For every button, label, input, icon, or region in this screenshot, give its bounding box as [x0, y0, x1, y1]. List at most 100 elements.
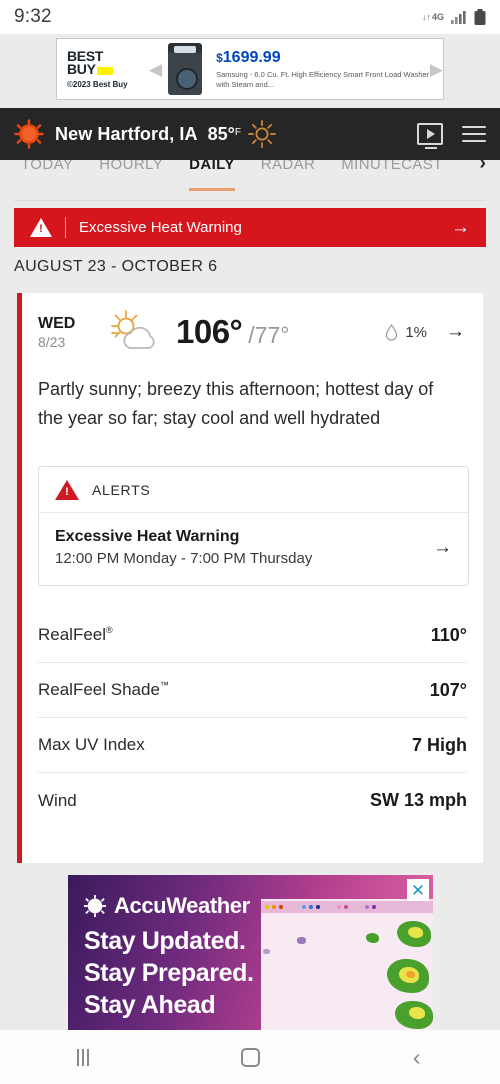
play-triangle-icon — [427, 129, 435, 139]
washing-machine-image — [168, 43, 203, 95]
detail-value-realfeel-shade: 107° — [429, 679, 467, 700]
detail-label-realfeel-shade: RealFeel Shade™ — [38, 680, 169, 700]
table-row: RealFeel Shade™ 107° — [38, 663, 467, 718]
status-icons: ↓↑ 4G — [422, 9, 486, 25]
header-temp-unit: F — [234, 126, 241, 138]
forecast-detail-arrow[interactable]: → — [446, 321, 465, 343]
ad-headline-2: Stay Prepared. — [84, 959, 254, 987]
table-row: Max UV Index 7 High — [38, 718, 467, 773]
accuweather-brand-name: AccuWeather — [114, 893, 250, 918]
ad-headline-3: Stay Ahead — [84, 991, 216, 1019]
bestbuy-line2-wrap: BUY — [67, 60, 149, 77]
tab-hourly[interactable]: HOURLY — [86, 160, 176, 180]
top-banner-ad[interactable]: BEST BUY ©2023 Best Buy ◀ $1699.99 Samsu… — [56, 38, 444, 100]
recent-apps-icon[interactable] — [0, 1048, 167, 1066]
precipitation-block: 1% — [385, 324, 427, 341]
detail-label-wind: Wind — [38, 790, 77, 810]
tab-strip: TODAY HOURLY DAILY RADAR MINUTECAST › — [0, 160, 500, 201]
water-drop-icon — [386, 323, 398, 341]
bottom-ad[interactable]: AccuWeather Stay Updated. Stay Prepared.… — [68, 875, 433, 1030]
forecast-description: Partly sunny; breezy this afternoon; hot… — [38, 379, 434, 428]
tab-next-icon[interactable]: › — [479, 160, 492, 176]
alert-text-block: Excessive Heat Warning 12:00 PM Monday -… — [55, 526, 312, 570]
back-icon[interactable]: ‹ — [333, 1045, 500, 1069]
accuweather-brand: AccuWeather — [84, 893, 250, 919]
header-temp-value: 85° — [207, 123, 235, 144]
forecast-card-header[interactable]: WED 8/23 106° /77° 1% → — [22, 293, 483, 371]
app-header: New Hartford, IA 85°F — [0, 108, 500, 160]
network-4g-icon: ↓↑ 4G — [421, 11, 444, 22]
temp-low: /77° — [248, 322, 290, 348]
signal-bars-icon — [451, 11, 466, 24]
ad-prev-arrow[interactable]: ◀ — [149, 61, 162, 78]
detail-value-uv-index: 7 High — [411, 734, 467, 755]
tab-daily[interactable]: DAILY — [176, 160, 248, 191]
warning-triangle-icon — [30, 218, 52, 237]
video-play-icon[interactable] — [417, 123, 443, 149]
alerts-subcard[interactable]: ALERTS Excessive Heat Warning 12:00 PM M… — [38, 466, 469, 586]
detail-rows: RealFeel® 110° RealFeel Shade™ 107° Max … — [38, 608, 467, 828]
bestbuy-logo: BEST BUY ©2023 Best Buy — [57, 49, 149, 89]
temp-high: 106° — [176, 313, 243, 350]
tab-today[interactable]: TODAY — [8, 160, 86, 180]
ad-text-block: $1699.99 Samsung - 6.0 Cu. Ft. High Effi… — [208, 49, 430, 90]
heat-warning-banner[interactable]: Excessive Heat Warning → — [14, 208, 486, 247]
alerts-header-label: ALERTS — [92, 481, 151, 498]
home-icon[interactable] — [167, 1047, 334, 1067]
day-date: 8/23 — [38, 333, 66, 350]
bestbuy-tag-icon — [96, 66, 113, 75]
location-name[interactable]: New Hartford, IA — [55, 124, 198, 145]
precipitation-chance: 1% — [405, 323, 427, 341]
hamburger-menu-icon[interactable] — [462, 126, 486, 142]
day-name: WED — [38, 314, 76, 332]
radar-map-body — [261, 915, 433, 1030]
realfeel-shade-trademark: ™ — [159, 680, 169, 690]
tab-minutecast[interactable]: MINUTECAST — [328, 160, 456, 180]
warning-divider — [65, 217, 66, 238]
sunny-icon — [248, 120, 276, 148]
network-arrows: ↓↑ — [421, 11, 431, 22]
bestbuy-line2: BUY — [67, 60, 96, 77]
detail-value-wind: SW 13 mph — [369, 790, 467, 810]
header-temperature: 85°F — [208, 124, 241, 145]
alert-triangle-icon — [55, 479, 79, 500]
tab-row: TODAY HOURLY DAILY RADAR MINUTECAST › — [0, 160, 500, 191]
warning-text: Excessive Heat Warning — [79, 219, 242, 236]
radar-legend — [261, 901, 433, 913]
tab-radar[interactable]: RADAR — [248, 160, 329, 180]
ad-headline-1: Stay Updated. — [84, 927, 246, 955]
detail-label-text: RealFeel Shade — [38, 680, 160, 699]
close-icon[interactable]: ✕ — [407, 879, 429, 901]
alert-arrow-icon[interactable]: → — [433, 537, 452, 559]
tab-divider — [14, 200, 486, 201]
ad-price: $1699.99 — [216, 49, 430, 67]
detail-label-text: RealFeel — [38, 625, 107, 644]
detail-label-uv-index: Max UV Index — [38, 735, 145, 754]
status-time: 9:32 — [14, 6, 52, 27]
alert-title: Excessive Heat Warning — [55, 528, 240, 545]
ad-price-value: 1699.99 — [222, 48, 281, 66]
forecast-card[interactable]: WED 8/23 106° /77° 1% → Partly sunny; br… — [17, 293, 483, 863]
detail-label-realfeel: RealFeel® — [38, 625, 113, 645]
day-block: WED 8/23 — [38, 314, 100, 351]
accuweather-sun-icon — [84, 895, 106, 917]
realfeel-registered-mark: ® — [106, 625, 113, 635]
alert-timeframe: 12:00 PM Monday - 7:00 PM Thursday — [55, 550, 313, 567]
ad-headline-block: Stay Updated. Stay Prepared. Stay Ahead — [84, 925, 254, 1021]
accuweather-sun-logo[interactable] — [14, 119, 44, 149]
header-actions — [417, 123, 486, 149]
ad-description: Samsung - 6.0 Cu. Ft. High Efficiency Sm… — [216, 69, 430, 89]
status-bar: 9:32 ↓↑ 4G — [0, 0, 500, 34]
table-row: RealFeel® 110° — [38, 608, 467, 663]
ad-next-arrow[interactable]: ▶ — [430, 61, 443, 78]
network-label: 4G — [431, 11, 444, 22]
ad-currency: $ — [216, 50, 223, 65]
android-nav-bar: ‹ — [0, 1030, 500, 1084]
temperature-block: 106° /77° — [176, 313, 289, 351]
date-range-label: AUGUST 23 - OCTOBER 6 — [14, 258, 218, 275]
warning-arrow-icon[interactable]: → — [451, 217, 470, 239]
bestbuy-copyright: ©2023 Best Buy — [67, 79, 128, 89]
alerts-body[interactable]: Excessive Heat Warning 12:00 PM Monday -… — [39, 513, 468, 585]
alerts-header: ALERTS — [39, 467, 468, 513]
partly-sunny-icon — [111, 310, 155, 349]
